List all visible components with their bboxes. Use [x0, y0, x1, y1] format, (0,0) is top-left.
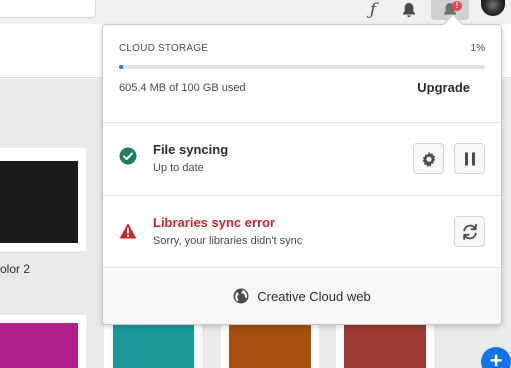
top-bar: ƒ !	[0, 0, 511, 24]
pause-icon	[464, 152, 475, 165]
check-circle-icon	[119, 147, 137, 165]
color-swatch	[0, 323, 78, 368]
storage-progress-fill	[119, 65, 123, 69]
libraries-sync-section: Libraries sync error Sorry, your librari…	[103, 196, 501, 268]
fonts-icon[interactable]: ƒ	[362, 0, 384, 20]
search-input[interactable]	[0, 0, 96, 18]
color-swatch	[229, 323, 311, 368]
cloud-storage-section: CLOUD STORAGE 1% 605.4 MB of 100 GB used…	[103, 25, 501, 123]
pause-sync-button[interactable]	[454, 143, 485, 174]
color-swatch	[0, 161, 78, 243]
file-syncing-section: File syncing Up to date	[103, 123, 501, 196]
libraries-error-message: Sorry, your libraries didn't sync	[153, 235, 303, 247]
library-card[interactable]	[0, 315, 86, 368]
notification-badge: !	[452, 1, 462, 11]
sync-settings-button[interactable]	[413, 143, 444, 174]
creative-cloud-web-label: Creative Cloud web	[257, 288, 371, 304]
globe-icon	[233, 288, 249, 304]
storage-title: CLOUD STORAGE	[119, 43, 209, 54]
storage-percent: 1%	[470, 43, 485, 54]
file-syncing-title: File syncing	[153, 142, 229, 157]
avatar[interactable]	[481, 0, 505, 16]
storage-used-text: 605.4 MB of 100 GB used	[119, 82, 246, 94]
notification-popover: CLOUD STORAGE 1% 605.4 MB of 100 GB used…	[102, 14, 502, 325]
storage-progress-bar	[119, 65, 485, 69]
gear-icon	[422, 151, 435, 167]
file-syncing-status: Up to date	[153, 162, 204, 174]
card-label: olor 2	[0, 262, 31, 276]
retry-sync-button[interactable]	[454, 216, 485, 247]
color-swatch	[113, 323, 194, 368]
color-swatch	[344, 323, 426, 368]
upgrade-button[interactable]: Upgrade	[417, 80, 470, 95]
libraries-error-title: Libraries sync error	[153, 215, 276, 230]
creative-cloud-web-link[interactable]: Creative Cloud web	[103, 268, 501, 324]
bell-icon[interactable]	[398, 0, 420, 20]
library-card[interactable]	[0, 148, 86, 251]
warning-triangle-icon	[119, 223, 137, 239]
refresh-icon	[462, 223, 477, 240]
